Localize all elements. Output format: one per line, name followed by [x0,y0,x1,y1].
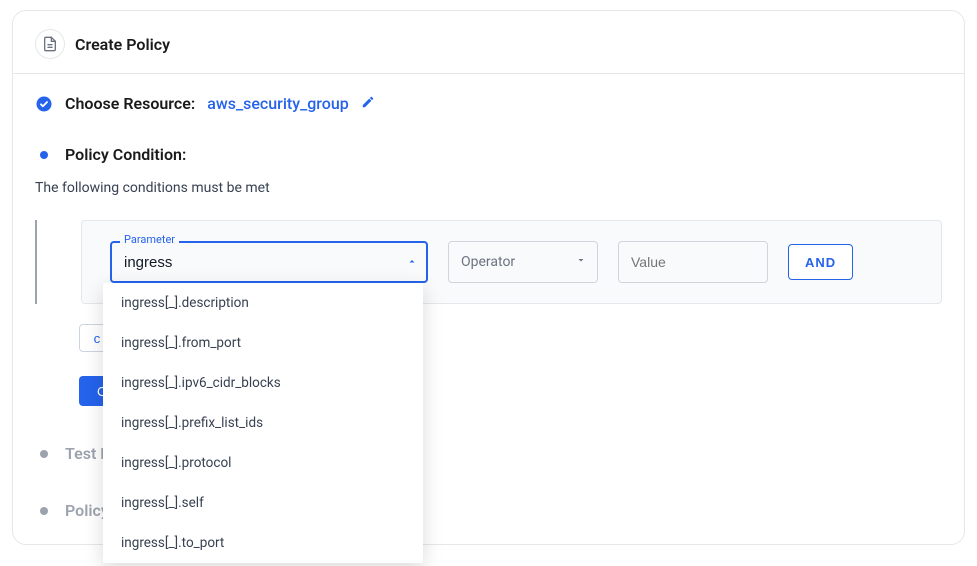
operator-placeholder: Operator [461,254,515,270]
step-choose-resource: Choose Resource: aws_security_group [13,74,964,113]
step-policy-condition: Policy Condition: [13,119,964,164]
page-title: Create Policy [75,35,170,54]
and-button[interactable]: AND [788,244,853,280]
choose-resource-label: Choose Resource: [65,94,195,113]
card-header: Create Policy [13,29,964,74]
caret-down-icon [575,254,587,270]
document-icon [35,29,65,59]
parameter-dropdown[interactable]: ingress[_].description ingress[_].from_p… [103,283,423,563]
policy-condition-label: Policy Condition: [65,145,186,164]
bullet-icon [35,445,53,463]
check-icon [35,95,53,113]
dropdown-option[interactable]: ingress[_].ipv6_cidr_blocks [103,363,423,403]
condition-hint: The following conditions must be met [13,170,964,196]
operator-select[interactable]: Operator [448,241,598,283]
dropdown-option[interactable]: ingress[_].from_port [103,323,423,363]
create-policy-card: Create Policy Choose Resource: aws_secur… [12,10,965,545]
value-input[interactable] [618,241,768,283]
dropdown-option[interactable]: ingress[_].self [103,483,423,523]
resource-link[interactable]: aws_security_group [207,94,349,113]
dropdown-option[interactable]: ingress[_].protocol [103,443,423,483]
parameter-input[interactable] [110,241,428,283]
bullet-icon [35,146,53,164]
parameter-combobox[interactable]: Parameter [110,241,428,283]
edit-icon[interactable] [361,94,375,113]
dropdown-option[interactable]: ingress[_].prefix_list_ids [103,403,423,443]
bullet-icon [35,502,53,520]
dropdown-option[interactable]: ingress[_].description [103,283,423,323]
dropdown-option[interactable]: ingress[_].to_port [103,523,423,563]
parameter-floating-label: Parameter [120,233,179,246]
